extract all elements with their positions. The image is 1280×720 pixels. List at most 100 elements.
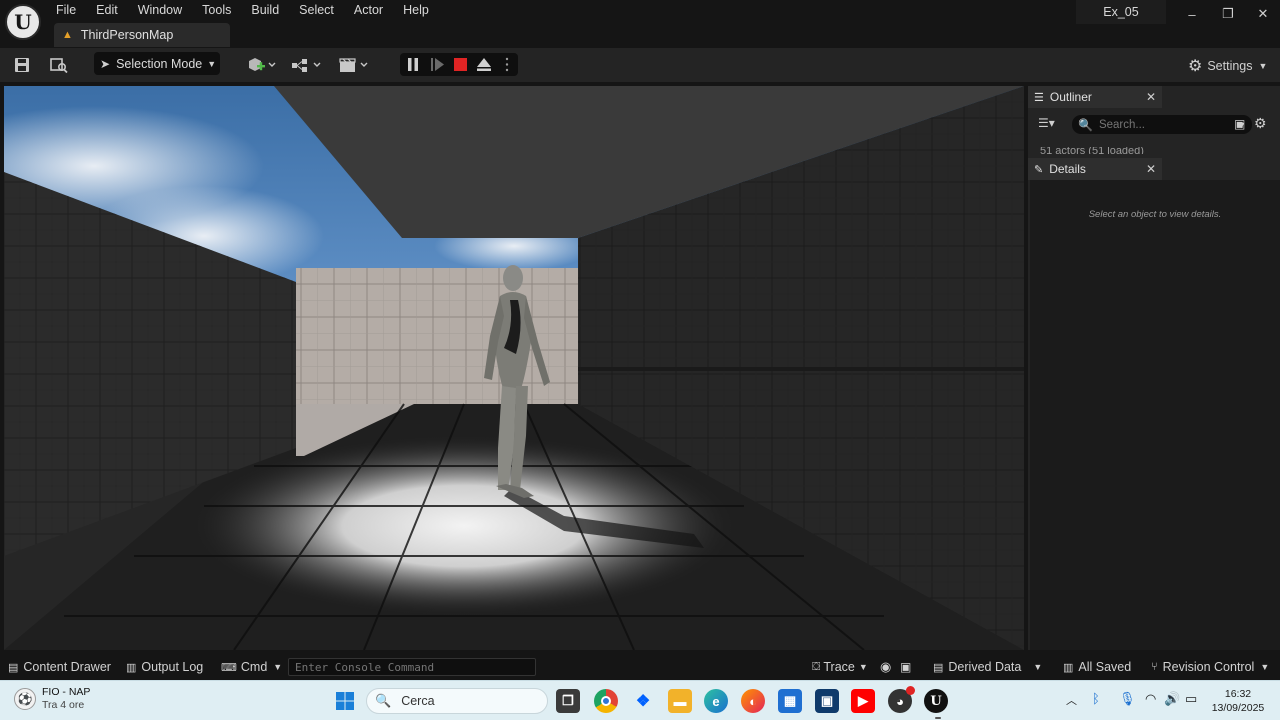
weather-widget[interactable]: ⚽ FIO - NAP Tra 4 ore: [14, 686, 90, 712]
status-bar: ▤ Content Drawer ▥ Output Log ⌨ Cmd ▼ ⛋ …: [0, 654, 1280, 680]
weather-title: FIO - NAP: [42, 686, 91, 698]
more-options-icon[interactable]: [505, 57, 509, 72]
chevron-down-icon: ▼: [1033, 662, 1043, 672]
content-drawer-button[interactable]: ▤ Content Drawer: [8, 654, 111, 680]
details-tab[interactable]: ✎ Details ✕: [1028, 158, 1162, 180]
visual-studio-icon[interactable]: ▣: [815, 689, 839, 713]
step-icon[interactable]: [431, 58, 444, 71]
eject-icon[interactable]: [477, 58, 491, 71]
play-controls: [400, 53, 518, 76]
unreal-taskbar-icon[interactable]: U: [924, 689, 948, 713]
derived-data-button[interactable]: ▤ Derived Data ▼: [933, 654, 1042, 680]
pause-icon[interactable]: [408, 58, 418, 71]
derived-data-label: Derived Data: [948, 660, 1022, 674]
restore-icon[interactable]: ❐: [1218, 4, 1238, 24]
football-icon: ⚽: [14, 688, 36, 710]
close-icon[interactable]: ✕: [1146, 90, 1156, 104]
actor-count: 51 actors (51 loaded): [1040, 147, 1144, 154]
menu-tools[interactable]: Tools: [192, 2, 241, 20]
browse-icon[interactable]: [48, 48, 70, 82]
details-body: Select an object to view details.: [1030, 180, 1280, 650]
edge-icon[interactable]: e: [704, 689, 728, 713]
trace-dropdown[interactable]: ⛋ Trace ▼: [812, 654, 868, 680]
map-tab[interactable]: ▲ ThirdPersonMap: [54, 23, 230, 47]
battery-icon[interactable]: ▭: [1185, 691, 1197, 707]
menu-select[interactable]: Select: [289, 2, 344, 20]
selection-mode-dropdown[interactable]: ➤ Selection Mode ▼: [94, 52, 220, 75]
save-icon[interactable]: [12, 48, 32, 82]
settings-button[interactable]: ⚙ Settings ▼: [1188, 56, 1267, 76]
dropbox-icon[interactable]: ❖: [631, 689, 655, 713]
level-viewport[interactable]: [4, 86, 1024, 650]
search-label: Cerca: [401, 694, 435, 708]
selection-arrow-icon: ➤: [100, 56, 111, 71]
branch-icon: ⑂: [1151, 661, 1158, 673]
stop-icon[interactable]: [454, 58, 467, 71]
trace-icon: ⛋: [812, 660, 821, 673]
chevron-down-icon: ▼: [1260, 662, 1270, 672]
menu-actor[interactable]: Actor: [344, 2, 393, 20]
cinematics-icon[interactable]: [338, 48, 370, 82]
console-command-box[interactable]: [288, 658, 536, 676]
file-explorer-icon[interactable]: ▬: [668, 689, 692, 713]
volume-icon[interactable]: 🔊: [1164, 691, 1180, 707]
search-input[interactable]: [1098, 118, 1229, 131]
outliner-tab[interactable]: ☰ Outliner ✕: [1028, 86, 1162, 108]
close-icon[interactable]: ✕: [1146, 162, 1156, 176]
taskbar-search[interactable]: 🔍 Cerca: [366, 688, 548, 714]
console-input[interactable]: [295, 659, 525, 675]
screenshot-icon[interactable]: ▣: [900, 654, 911, 680]
details-icon: ✎: [1034, 163, 1044, 176]
outliner-search[interactable]: 🔍 ▼: [1072, 115, 1252, 134]
menu-window[interactable]: Window: [128, 2, 192, 20]
unreal-logo-icon[interactable]: U: [5, 4, 41, 40]
store-icon[interactable]: ▦: [778, 689, 802, 713]
add-folder-icon[interactable]: ▣: [1234, 117, 1245, 131]
search-icon: 🔍: [1078, 117, 1093, 132]
close-window-icon[interactable]: ✕: [1253, 4, 1273, 24]
all-saved-label: All Saved: [1078, 660, 1132, 674]
cmd-dropdown[interactable]: ⌨ Cmd ▼: [221, 654, 282, 680]
menu-bar: File Edit Window Tools Build Select Acto…: [46, 2, 439, 20]
all-saved-button[interactable]: ▥ All Saved: [1063, 654, 1131, 680]
filter-icon[interactable]: ☰▾: [1038, 116, 1055, 130]
drawer-icon: ▤: [8, 661, 19, 674]
blueprint-icon[interactable]: [291, 48, 323, 82]
settings-label: Settings: [1207, 59, 1253, 73]
wifi-icon[interactable]: ◠: [1145, 691, 1156, 707]
app-notification-icon[interactable]: ◕: [888, 686, 915, 713]
menu-help[interactable]: Help: [393, 2, 439, 20]
title-bar: U File Edit Window Tools Build Select Ac…: [0, 0, 1280, 48]
gear-icon: ⚙: [1188, 58, 1203, 75]
level-icon: ▲: [62, 29, 73, 41]
right-panels: ☰ Outliner ✕ ☰▾ 🔍 ▼ ▣ ⚙ 51 actors (51 lo…: [1028, 86, 1280, 650]
trace-label: Trace: [823, 660, 855, 674]
add-actor-icon[interactable]: [246, 48, 278, 82]
chevron-up-icon[interactable]: ︿: [1066, 692, 1077, 708]
database-icon: ▤: [933, 661, 944, 674]
clock-date: 13/09/2025: [1211, 702, 1265, 714]
chrome-icon[interactable]: [594, 689, 618, 713]
active-app-indicator: [935, 717, 941, 719]
firefox-icon[interactable]: ◐: [741, 689, 765, 713]
record-icon[interactable]: ◉: [880, 654, 891, 680]
log-icon: ▥: [126, 661, 137, 674]
task-view-icon[interactable]: ❐: [556, 689, 580, 713]
minimize-icon[interactable]: –: [1182, 4, 1202, 24]
windows-taskbar: ⚽ FIO - NAP Tra 4 ore 🔍 Cerca ❐ ❖ ▬ e ◐ …: [0, 680, 1280, 720]
main-toolbar: ➤ Selection Mode ▼ ⚙ Settings ▼: [0, 48, 1280, 82]
output-log-button[interactable]: ▥ Output Log: [126, 654, 203, 680]
bluetooth-icon[interactable]: ᛒ: [1092, 691, 1100, 706]
windows-start-icon[interactable]: [333, 689, 357, 713]
revision-control-button[interactable]: ⑂ Revision Control ▼: [1151, 654, 1269, 680]
youtube-icon[interactable]: ▶: [851, 689, 875, 713]
menu-edit[interactable]: Edit: [86, 2, 128, 20]
map-tab-label: ThirdPersonMap: [80, 28, 174, 42]
menu-build[interactable]: Build: [241, 2, 289, 20]
content-drawer-label: Content Drawer: [23, 660, 111, 674]
menu-file[interactable]: File: [46, 2, 86, 20]
gear-icon[interactable]: ⚙: [1254, 115, 1267, 132]
weather-subtitle: Tra 4 ore: [42, 699, 85, 711]
system-clock[interactable]: 16:32 13/09/2025: [1206, 687, 1270, 715]
microphone-icon[interactable]: 🎙: [1119, 691, 1136, 707]
